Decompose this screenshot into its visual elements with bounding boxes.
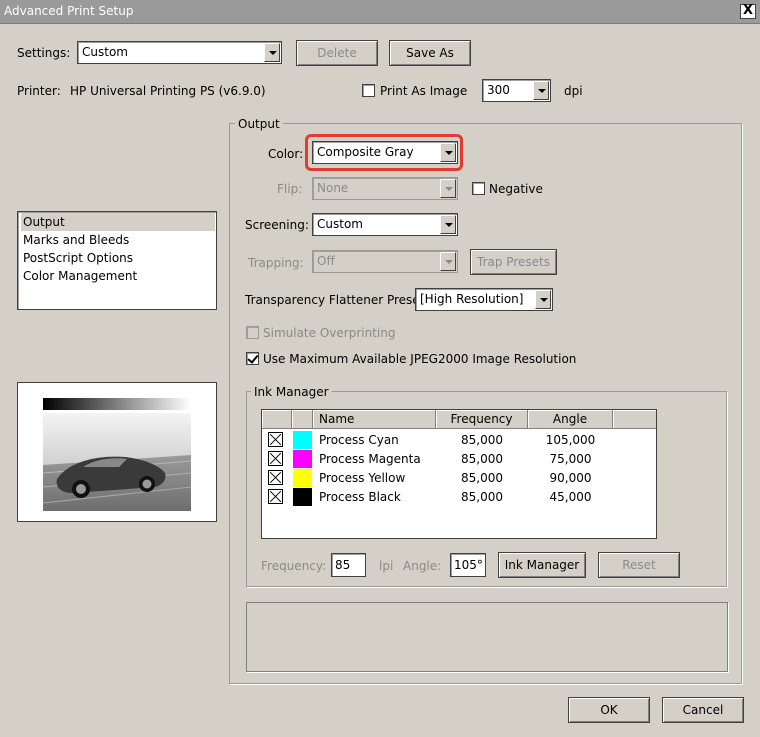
- ink-name: Process Black: [319, 490, 401, 504]
- frequency-value: 85: [335, 558, 351, 572]
- screening-value: Custom: [317, 217, 363, 231]
- negative-checkbox[interactable]: [472, 182, 485, 195]
- cancel-button[interactable]: Cancel: [662, 697, 744, 723]
- simulate-overprinting-checkbox[interactable]: [246, 326, 259, 339]
- negative-label: Negative: [489, 182, 543, 196]
- sidebar-item-color-management[interactable]: Color Management: [21, 267, 215, 285]
- simulate-overprinting-label: Simulate Overprinting: [263, 326, 396, 340]
- settings-dropdown[interactable]: Custom: [77, 41, 282, 64]
- print-as-image-checkbox[interactable]: [362, 84, 375, 97]
- chevron-down-icon[interactable]: [440, 143, 456, 162]
- ink-angle: 75,000: [549, 452, 592, 466]
- description-box: [246, 602, 728, 672]
- flip-dropdown[interactable]: None: [312, 177, 458, 200]
- ink-name: Process Yellow: [319, 471, 406, 485]
- print-ink-checkbox[interactable]: [268, 489, 283, 504]
- table-row[interactable]: Process Cyan 85,000 105,000: [262, 430, 656, 449]
- frequency-input[interactable]: 85: [331, 553, 366, 577]
- ink-manager-button[interactable]: Ink Manager: [498, 552, 586, 578]
- chevron-down-icon[interactable]: [264, 43, 280, 62]
- sidebar-item-marks-and-bleeds[interactable]: Marks and Bleeds: [21, 231, 215, 249]
- output-group-title: Output: [235, 117, 283, 131]
- ink-angle: 90,000: [549, 471, 592, 485]
- ink-name: Process Cyan: [319, 433, 399, 447]
- flattener-dropdown[interactable]: [High Resolution]: [415, 288, 553, 311]
- table-header-print: [262, 410, 292, 429]
- settings-value: Custom: [82, 45, 128, 59]
- delete-button[interactable]: Delete: [296, 40, 378, 66]
- trapping-label: Trapping:: [248, 256, 304, 270]
- ink-swatch-magenta: [293, 450, 312, 468]
- ink-manager-group-title: Ink Manager: [251, 385, 332, 399]
- screening-label: Screening:: [245, 218, 309, 232]
- dpi-value: 300: [487, 83, 510, 97]
- jpeg2000-checkbox[interactable]: [246, 352, 259, 365]
- table-header-name[interactable]: Name: [313, 410, 436, 429]
- ink-angle: 45,000: [549, 490, 592, 504]
- category-list[interactable]: Output Marks and Bleeds PostScript Optio…: [17, 211, 217, 310]
- screening-dropdown[interactable]: Custom: [312, 213, 458, 236]
- chevron-down-icon[interactable]: [535, 290, 551, 309]
- flattener-value: [High Resolution]: [420, 292, 524, 306]
- color-label: Color:: [268, 147, 304, 161]
- close-icon[interactable]: X: [740, 4, 756, 19]
- table-row[interactable]: Process Yellow 85,000 90,000: [262, 468, 656, 487]
- flip-value: None: [317, 181, 349, 195]
- flip-label: Flip:: [277, 182, 303, 196]
- settings-label: Settings:: [17, 46, 71, 60]
- trapping-value: Off: [317, 254, 335, 268]
- ink-frequency: 85,000: [461, 471, 503, 485]
- trap-presets-button[interactable]: Trap Presets: [470, 249, 557, 275]
- car-preview-image: [43, 413, 191, 511]
- angle-input[interactable]: 105°: [450, 553, 486, 577]
- ink-frequency: 85,000: [461, 452, 503, 466]
- chevron-down-icon[interactable]: [440, 179, 456, 198]
- title-bar: Advanced Print Setup X: [0, 0, 760, 24]
- dpi-dropdown[interactable]: 300: [482, 79, 551, 102]
- ink-frequency: 85,000: [461, 490, 503, 504]
- angle-label: Angle:: [403, 559, 442, 573]
- grayscale-ramp: [43, 398, 191, 410]
- chevron-down-icon[interactable]: [533, 81, 549, 100]
- printer-name: HP Universal Printing PS (v6.9.0): [70, 84, 266, 98]
- ok-button[interactable]: OK: [568, 697, 650, 723]
- ink-table[interactable]: Name Frequency Angle Process Cyan 85,000…: [261, 409, 657, 539]
- ink-swatch-black: [293, 488, 312, 506]
- table-row[interactable]: Process Magenta 85,000 75,000: [262, 449, 656, 468]
- window-title: Advanced Print Setup: [4, 4, 134, 18]
- save-as-button[interactable]: Save As: [389, 40, 471, 66]
- color-dropdown[interactable]: Composite Gray: [312, 141, 458, 164]
- sidebar-item-output[interactable]: Output: [21, 213, 215, 231]
- table-header-spacer: [613, 410, 656, 429]
- printer-label: Printer:: [17, 84, 61, 98]
- reset-button[interactable]: Reset: [598, 552, 680, 578]
- table-header-frequency[interactable]: Frequency: [436, 410, 528, 429]
- jpeg2000-label: Use Maximum Available JPEG2000 Image Res…: [263, 352, 577, 366]
- frequency-label: Frequency:: [261, 559, 327, 573]
- chevron-down-icon[interactable]: [440, 252, 456, 271]
- ink-angle: 105,000: [545, 433, 596, 447]
- trapping-dropdown[interactable]: Off: [312, 250, 458, 273]
- ink-frequency: 85,000: [461, 433, 503, 447]
- print-preview: [17, 382, 217, 522]
- print-as-image-label: Print As Image: [380, 84, 468, 98]
- print-ink-checkbox[interactable]: [268, 432, 283, 447]
- color-value: Composite Gray: [317, 145, 414, 159]
- table-header-angle[interactable]: Angle: [528, 410, 613, 429]
- table-header-swatch: [292, 410, 313, 429]
- flattener-label: Transparency Flattener Preset:: [245, 293, 429, 307]
- dpi-unit: dpi: [564, 84, 583, 98]
- sidebar-item-postscript-options[interactable]: PostScript Options: [21, 249, 215, 267]
- print-ink-checkbox[interactable]: [268, 451, 283, 466]
- table-row[interactable]: Process Black 85,000 45,000: [262, 487, 656, 506]
- lpi-label: lpi: [379, 559, 394, 573]
- chevron-down-icon[interactable]: [440, 215, 456, 234]
- ink-name: Process Magenta: [319, 452, 421, 466]
- ink-swatch-yellow: [293, 469, 312, 487]
- print-ink-checkbox[interactable]: [268, 470, 283, 485]
- angle-value: 105°: [454, 558, 483, 572]
- ink-swatch-cyan: [293, 431, 312, 449]
